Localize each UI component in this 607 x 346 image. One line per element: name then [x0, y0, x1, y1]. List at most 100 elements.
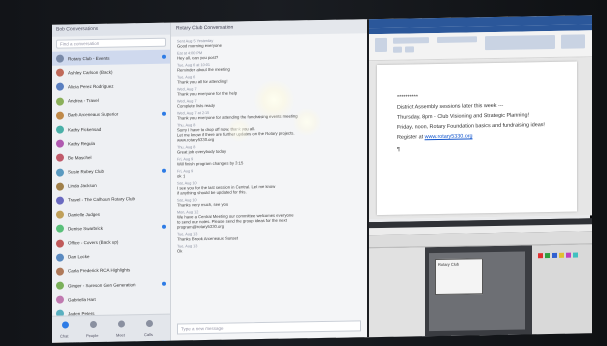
editing-group[interactable] [561, 34, 585, 49]
chat-name: Carla Frederick RCA Highlights [68, 267, 131, 274]
chat-name: Office - Covers (Back up) [68, 239, 119, 246]
message: Fri, Aug 9 ok :) [177, 166, 361, 178]
message: Wed, Aug 7 Complete lists ready [177, 96, 361, 108]
unread-dot-icon [162, 54, 166, 59]
doc-line: Friday, noon, Rotary Foundation basics a… [397, 122, 545, 131]
chat-name: Andrea - Travel [68, 98, 99, 104]
doc-line-register: Register at www.rotary5330.org [397, 133, 473, 140]
chat-name: Linda Jackson [68, 183, 97, 189]
color-swatch[interactable] [573, 252, 578, 258]
chat-name: Danielle Judges [68, 211, 101, 218]
chat-name: Dan Locke [68, 254, 90, 260]
editor-canvas[interactable]: Rotary Club [429, 251, 525, 332]
people-icon[interactable] [90, 320, 97, 329]
conversation-panel: Rotary Club Conversation Sent Aug 5 Yest… [171, 19, 369, 341]
chat-name: Be Maschel [68, 154, 92, 161]
chat-list-items: Rotary Club - Events Ashley Carlson (Back… [52, 49, 170, 343]
avatar [56, 111, 64, 120]
chat-icon[interactable] [62, 321, 69, 329]
chat-name: Susie Robey Club [68, 168, 105, 175]
word-page[interactable]: ********** District Assembly sessions la… [377, 61, 577, 216]
avatar [56, 182, 64, 191]
doc-line: ********** [397, 94, 418, 101]
footer-label-meet: Meet [116, 332, 125, 338]
message: Eat at 4:00 PM Hey all, can you post? [177, 48, 361, 60]
slide-title: Rotary Club [438, 261, 460, 267]
message: Wed, Aug 7 Thank you everyone for the hel… [177, 84, 361, 96]
paragraph-group[interactable] [437, 36, 477, 43]
paste-button[interactable] [375, 37, 387, 53]
register-text: Register at [397, 134, 425, 141]
message: Fri, Aug 9 Will finish program changes by… [177, 154, 361, 166]
chat-name: Alicia Perez Rodriguez [68, 83, 114, 90]
message: Tue, Aug 13 Ok [177, 241, 361, 253]
color-swatch[interactable] [545, 253, 550, 259]
avatar [56, 196, 64, 205]
meet-icon[interactable] [118, 320, 125, 328]
message: Thu, Aug 8 Sorry I have to drop off now, … [177, 120, 361, 142]
doc-line: Thursday, 8pm - Club Visioning and Strat… [397, 112, 529, 121]
paragraph-mark: ¶ [397, 146, 400, 153]
monitor-screen: Bob Conversations Find a conversation Ro… [52, 15, 592, 343]
color-swatch[interactable] [559, 252, 564, 258]
footer-label-calls: Calls [144, 331, 153, 338]
editor-left-pane [369, 247, 425, 338]
chat-list-footer: Chat People Meet Calls [52, 313, 170, 343]
message: Sat, Aug 10 Thanks very much, see you [177, 195, 361, 207]
chat-name: Gabriella Hart [68, 296, 96, 303]
avatar [56, 239, 64, 248]
conversation-header: Rotary Club Conversation [171, 19, 367, 37]
font-box[interactable] [393, 37, 429, 44]
chat-list-header: Bob Conversations [52, 22, 170, 37]
chat-name: Denise Swarbrick [68, 225, 104, 232]
message-input[interactable]: Type a new message [177, 320, 361, 335]
slide-thumbnail: Rotary Club [435, 258, 483, 296]
avatar [56, 224, 64, 233]
avatar [56, 68, 64, 77]
unread-dot-icon [162, 225, 166, 230]
avatar [56, 267, 64, 276]
avatar [56, 168, 64, 177]
message: Tue, Aug 13 Thanks Brook Arceneaux Sunset [177, 229, 361, 241]
color-swatch[interactable] [566, 252, 571, 258]
bold-button[interactable] [393, 46, 402, 53]
message: Mon, Aug 12 We have a Central Meeting our… [177, 207, 361, 229]
avatar [56, 139, 64, 148]
color-swatch[interactable] [538, 253, 543, 259]
footer-label-people: People [86, 332, 99, 339]
avatar [56, 253, 64, 262]
editor-window: Rotary Club [369, 218, 592, 338]
avatar [56, 54, 64, 63]
calls-icon[interactable] [146, 319, 153, 328]
footer-label-chat: Chat [60, 333, 69, 339]
message: Thu, Aug 8 Great job everybody today [177, 142, 361, 154]
chat-name: Ginger - Soreson Gen Generation [68, 281, 136, 289]
message-list: Sent Aug 5 Yesterday Good morning everyon… [171, 36, 367, 254]
unread-dot-icon [162, 281, 166, 286]
message: Tue, Aug 6 Thank you all for attending! [177, 72, 361, 84]
word-ribbon [369, 30, 592, 62]
chat-name: Ashley Carlson (Back) [68, 69, 113, 76]
unread-dot-icon [162, 168, 166, 173]
chat-name: Barb Arceneaux Superior [68, 111, 119, 118]
chat-name: Rotary Club - Events [68, 55, 110, 62]
avatar [56, 295, 64, 304]
chat-name: Travel - The Calhoun Rotary Club [68, 196, 136, 203]
chat-list-panel: Bob Conversations Find a conversation Ro… [52, 22, 171, 343]
word-document-area: ********** District Assembly sessions la… [369, 57, 592, 220]
doc-line: District Assembly sessions later this we… [397, 102, 504, 111]
rotary-link[interactable]: www.rotary5330.org [425, 133, 473, 140]
italic-button[interactable] [405, 46, 414, 53]
message: Tue, Aug 6 at 10:01 Reminder about the me… [177, 60, 361, 73]
color-swatch[interactable] [552, 252, 557, 258]
avatar [56, 82, 64, 92]
avatar [56, 153, 64, 163]
avatar [56, 281, 64, 290]
chat-name: Kathy Regula [68, 140, 96, 147]
styles-gallery[interactable] [485, 34, 555, 51]
message: Sat, Aug 10 I see you for the last sessio… [177, 178, 361, 195]
chat-search-input[interactable]: Find a conversation [56, 37, 166, 49]
unread-dot-icon [162, 111, 166, 116]
avatar [56, 125, 64, 134]
avatar [56, 97, 64, 106]
